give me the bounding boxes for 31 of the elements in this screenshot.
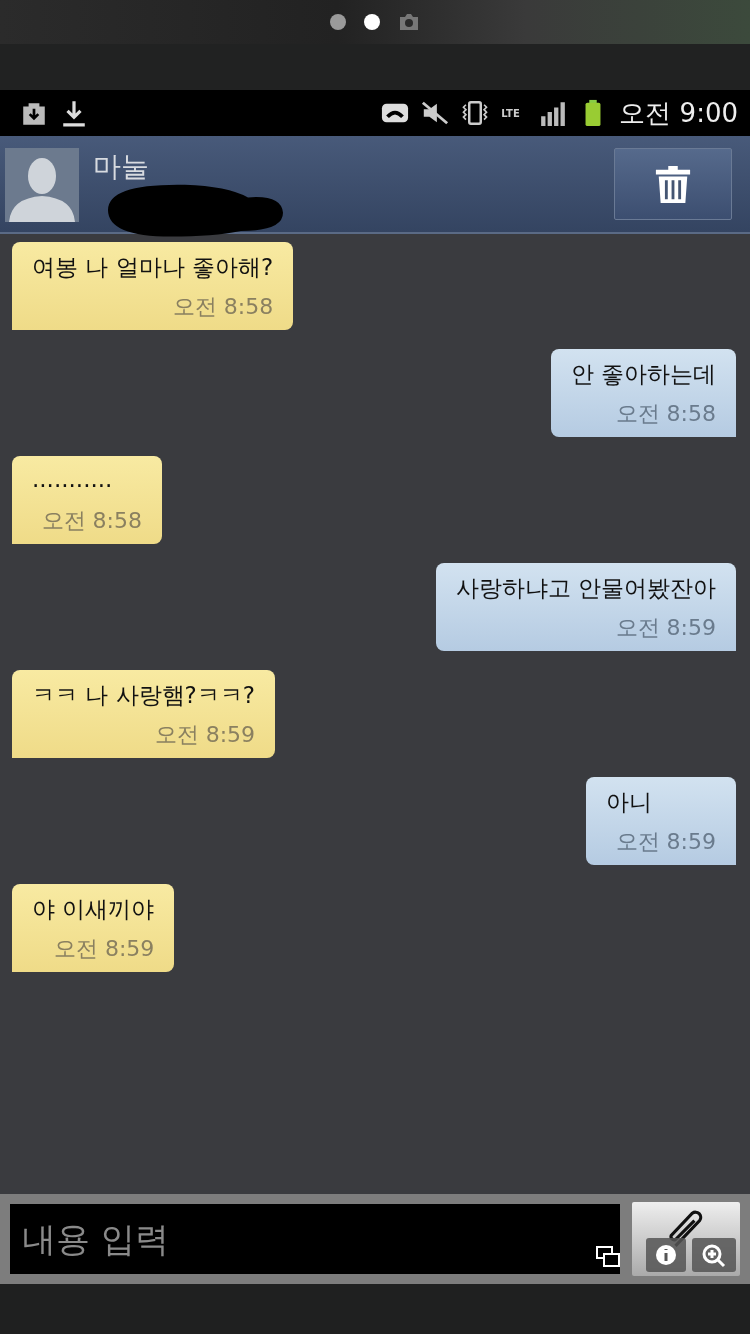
message-time: 오전 8:59 — [615, 828, 716, 856]
message-input[interactable]: 내용 입력 — [10, 1204, 620, 1274]
page-dot[interactable] — [364, 14, 380, 30]
zoom-icon[interactable] — [692, 1238, 736, 1272]
message-text: ........... — [32, 466, 114, 492]
message-time: 오전 8:58 — [41, 507, 142, 535]
message-text: 사랑하냐고 안물어봤잔아 — [455, 574, 716, 603]
message-time: 오전 8:59 — [53, 935, 155, 963]
windows-icon[interactable] — [596, 1246, 620, 1268]
message-time: 오전 8:59 — [615, 614, 716, 642]
message-text: 아니 — [606, 788, 653, 817]
message-time: 오전 8:58 — [615, 400, 716, 428]
vibrate-icon — [461, 99, 490, 127]
contact-name: 마눌 — [93, 149, 149, 185]
download-icon — [60, 99, 88, 127]
trash-icon — [654, 163, 692, 205]
delete-button[interactable] — [614, 148, 732, 220]
message-time: 오전 8:59 — [154, 721, 256, 749]
avatar-icon — [5, 148, 79, 222]
message-text: 야 이새끼야 — [32, 895, 155, 924]
mute-icon — [421, 99, 450, 127]
page-dot[interactable] — [330, 14, 346, 30]
message-text: 안 좋아하는데 — [570, 360, 716, 389]
camera-icon[interactable] — [398, 13, 420, 31]
clock: 오전 9:00 — [619, 96, 738, 130]
signal-icon — [539, 99, 568, 127]
message-text: 여봉 나 얼마나 좋아해? — [32, 253, 274, 282]
message-time: 오전 8:58 — [172, 293, 274, 321]
message-text: ㅋㅋ 나 사랑햄?ㅋㅋ? — [32, 681, 256, 710]
network-label: LTE — [501, 107, 521, 119]
info-icon[interactable] — [646, 1238, 686, 1272]
